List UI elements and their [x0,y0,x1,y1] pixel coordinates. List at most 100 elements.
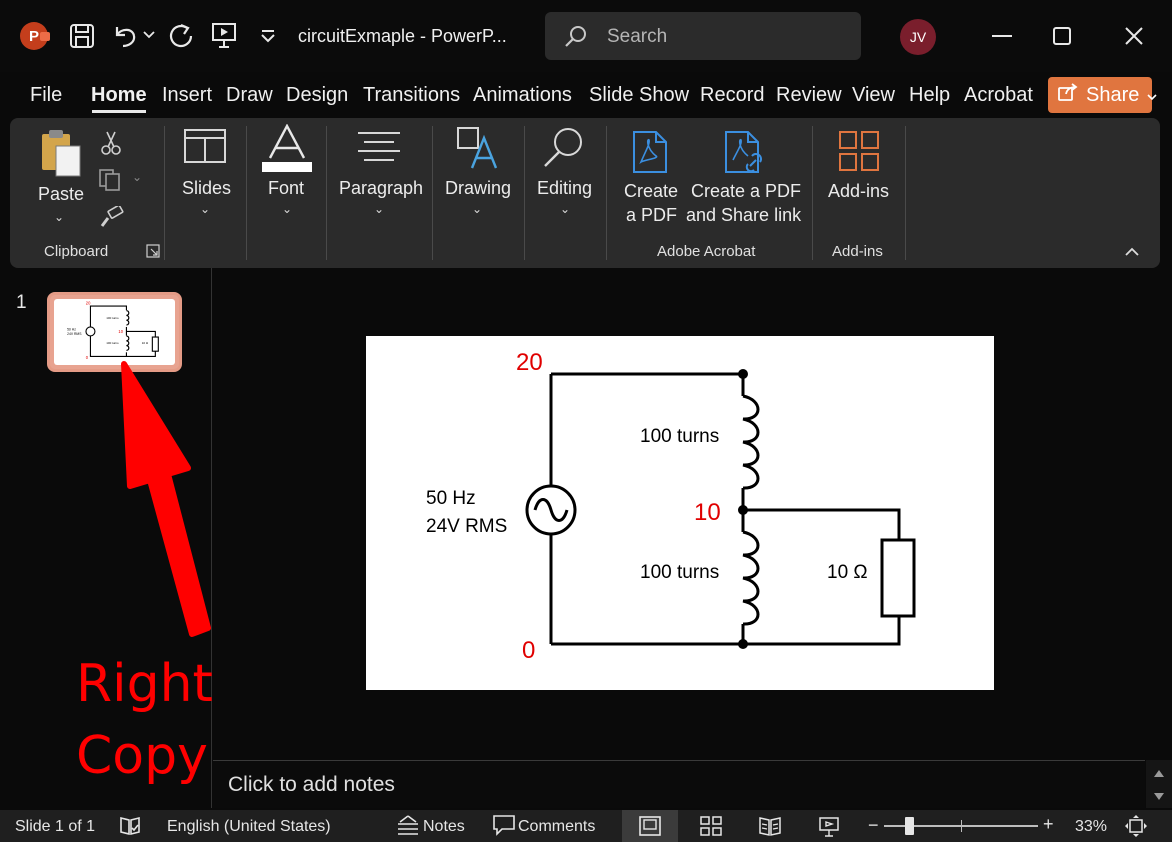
tab-view[interactable]: View [852,84,895,107]
tab-slide-show[interactable]: Slide Show [589,84,689,107]
editing-search-icon[interactable] [542,126,586,175]
add-ins-icon[interactable] [838,130,880,177]
source-frequency-label: 50 Hz [426,488,476,509]
language-indicator[interactable]: English (United States) [167,818,331,836]
paragraph-icon[interactable] [356,130,402,169]
copy-dropdown-icon[interactable]: ⌄ [132,170,142,184]
create-share-label-2[interactable]: and Share link [686,205,801,226]
notes-pane[interactable]: Click to add notes [213,760,1145,808]
share-icon [1058,83,1078,107]
editing-dropdown-icon[interactable]: ⌄ [560,202,570,216]
share-button[interactable]: Share [1048,77,1157,113]
normal-view-icon [639,816,661,836]
create-pdf-icon[interactable] [632,130,670,179]
add-ins-label[interactable]: Add-ins [828,181,889,202]
drawing-label[interactable]: Drawing [445,178,511,199]
drawing-icon[interactable] [456,126,502,175]
accessibility-check-icon[interactable] [119,814,141,841]
notes-icon[interactable] [396,814,420,841]
font-dropdown-icon[interactable]: ⌄ [282,202,292,216]
paragraph-dropdown-icon[interactable]: ⌄ [374,202,384,216]
tab-animations[interactable]: Animations [473,84,572,107]
search-placeholder: Search [607,26,668,47]
editing-label[interactable]: Editing [537,178,592,199]
notes-scrollbar[interactable] [1146,760,1172,808]
paste-label[interactable]: Paste [38,184,84,205]
paragraph-label[interactable]: Paragraph [339,178,423,199]
reading-view-icon[interactable] [758,816,782,841]
tab-transitions[interactable]: Transitions [363,84,460,107]
close-icon[interactable] [1116,20,1152,52]
tab-insert[interactable]: Insert [162,84,212,107]
ribbon-separator [812,126,813,260]
undo-icon[interactable] [110,21,140,51]
tab-record[interactable]: Record [700,84,764,107]
format-painter-icon[interactable] [100,204,124,233]
slides-dropdown-icon[interactable]: ⌄ [200,202,210,216]
slides-label[interactable]: Slides [182,178,231,199]
copy-icon[interactable] [98,168,124,197]
coil-bottom [742,530,760,626]
slide-thumbnail-preview: 20 10 0 50 Hz 24V RMS 100 turns 100 turn… [54,299,175,365]
font-icon[interactable] [262,123,312,177]
ribbon-separator [326,126,327,260]
resistor-label: 10 Ω [827,562,868,583]
notes-placeholder[interactable]: Click to add notes [228,773,395,797]
tab-review[interactable]: Review [776,84,842,107]
search-box[interactable]: Search [545,12,861,60]
node-label-top: 20 [516,349,543,376]
svg-text:10 Ω: 10 Ω [142,341,149,345]
collapse-ribbon-icon[interactable] [1124,244,1140,262]
share-label: Share [1086,83,1140,106]
chevron-down-icon [1147,84,1157,107]
node-label-bottom: 0 [522,637,535,664]
normal-view-button[interactable] [622,810,678,842]
slide-sorter-icon[interactable] [700,816,722,841]
slideshow-view-icon[interactable] [818,816,840,842]
fit-slide-icon[interactable] [1124,814,1148,842]
coil-top [742,394,760,490]
drawing-dropdown-icon[interactable]: ⌄ [472,202,482,216]
circuit-diagram[interactable]: 20 10 0 50 Hz 24V RMS 100 turns 100 turn… [366,336,994,690]
coil-bottom-label: 100 turns [640,562,719,583]
tab-file[interactable]: File [30,84,62,107]
font-label[interactable]: Font [268,178,304,199]
comments-button-label[interactable]: Comments [518,818,595,836]
save-icon[interactable] [67,21,97,51]
create-pdf-label-1[interactable]: Create [624,181,678,202]
paste-dropdown-icon[interactable]: ⌄ [54,210,64,224]
acrobat-group-label: Adobe Acrobat [657,243,756,260]
present-from-start-icon[interactable] [209,20,239,50]
zoom-in-icon[interactable]: + [1043,814,1054,835]
slide[interactable]: 20 10 0 50 Hz 24V RMS 100 turns 100 turn… [366,336,994,690]
comments-icon[interactable] [492,814,516,841]
tab-help[interactable]: Help [909,84,950,107]
slides-icon[interactable] [183,128,227,169]
tab-acrobat[interactable]: Acrobat [964,84,1033,107]
cut-icon[interactable] [100,130,122,161]
zoom-slider-thumb[interactable] [905,817,914,835]
create-share-label-1[interactable]: Create a PDF [691,181,801,202]
tab-home[interactable]: Home [91,84,147,107]
create-pdf-share-icon[interactable] [724,130,766,181]
zoom-level[interactable]: 33% [1075,818,1107,836]
maximize-icon[interactable] [1044,20,1080,52]
tab-design[interactable]: Design [286,84,348,107]
ribbon-separator [905,126,906,260]
zoom-out-icon[interactable]: − [868,815,879,836]
junction-dot [738,505,748,515]
paste-icon[interactable] [38,128,84,183]
avatar[interactable]: JV [900,19,936,55]
tab-draw[interactable]: Draw [226,84,273,107]
clipboard-launcher-icon[interactable] [146,244,160,263]
minimize-icon[interactable] [984,20,1020,52]
redo-icon[interactable] [166,21,196,51]
notes-button-label[interactable]: Notes [423,818,465,836]
resistor-symbol [880,538,916,618]
create-pdf-label-2[interactable]: a PDF [626,205,677,226]
coil-top-label: 100 turns [640,426,719,447]
clipboard-group-label: Clipboard [44,243,109,260]
customize-qat-icon[interactable] [258,28,278,44]
undo-dropdown-icon[interactable] [142,28,156,42]
document-title: circuitExmaple - PowerP... [298,26,507,46]
